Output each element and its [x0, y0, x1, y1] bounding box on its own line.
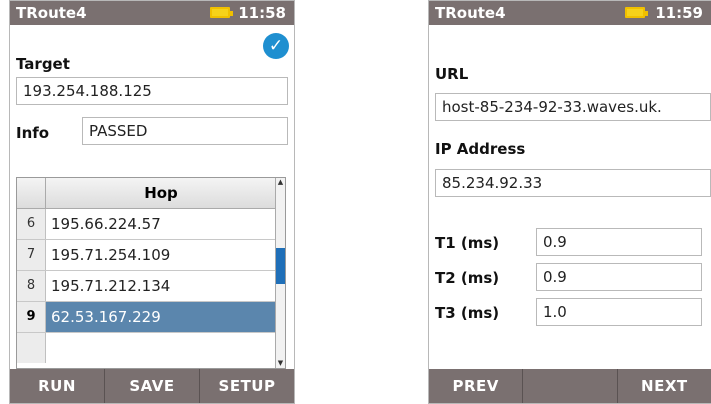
title-bar: TRoute4 11:58 — [10, 1, 294, 25]
t3-label: T3 (ms) — [435, 304, 500, 322]
scroll-down-icon[interactable]: ▼ — [276, 359, 285, 368]
next-button[interactable]: NEXT — [618, 369, 711, 403]
hop-ip: 195.71.212.134 — [51, 277, 171, 295]
table-row[interactable]: 6 195.66.224.57 — [17, 209, 277, 240]
table-header: Hop — [17, 178, 277, 209]
clock: 11:59 — [655, 4, 703, 22]
battery-icon — [625, 7, 648, 18]
target-field[interactable]: 193.254.188.125 — [16, 77, 288, 105]
save-button[interactable]: SAVE — [105, 369, 200, 403]
target-label: Target — [16, 55, 70, 73]
t2-field[interactable]: 0.9 — [536, 263, 702, 291]
table-row-selected[interactable]: 9 62.53.167.229 — [17, 302, 277, 333]
t3-field[interactable]: 1.0 — [536, 298, 702, 326]
blank-softkey[interactable] — [523, 369, 618, 403]
battery-icon — [210, 7, 233, 18]
row-number: 6 — [17, 209, 46, 239]
clock: 11:58 — [238, 4, 286, 22]
hop-detail-screen: TRoute4 11:59 URL host-85-234-92-33.wave… — [428, 0, 711, 404]
url-label: URL — [435, 65, 469, 83]
ip-address-label: IP Address — [435, 140, 526, 158]
row-number: 8 — [17, 271, 46, 301]
setup-button[interactable]: SETUP — [200, 369, 294, 403]
scroll-up-icon[interactable]: ▲ — [276, 178, 285, 187]
ip-address-field[interactable]: 85.234.92.33 — [435, 169, 711, 197]
title-bar: TRoute4 11:59 — [429, 1, 711, 25]
hop-table[interactable]: Hop 6 195.66.224.57 7 195.71.254.109 8 1… — [16, 177, 286, 369]
check-icon: ✓ — [263, 33, 289, 59]
traceroute-results-screen: TRoute4 11:58 Target ✓ 193.254.188.125 I… — [9, 0, 295, 404]
row-number — [17, 333, 46, 363]
info-field: PASSED — [82, 117, 288, 145]
app-title: TRoute4 — [16, 4, 87, 22]
t1-field[interactable]: 0.9 — [536, 228, 702, 256]
row-number: 7 — [17, 240, 46, 270]
hop-ip: 195.71.254.109 — [51, 246, 171, 264]
scroll-thumb[interactable] — [276, 248, 285, 284]
t2-label: T2 (ms) — [435, 269, 500, 287]
url-field[interactable]: host-85-234-92-33.waves.uk. — [435, 93, 711, 121]
table-row-partial[interactable] — [17, 333, 277, 363]
soft-key-bar: RUN SAVE SETUP — [10, 369, 294, 403]
info-label: Info — [16, 124, 50, 142]
soft-key-bar: PREV NEXT — [429, 369, 711, 403]
row-number: 9 — [17, 302, 46, 332]
app-title: TRoute4 — [435, 4, 506, 22]
hop-ip: 62.53.167.229 — [51, 308, 161, 326]
run-button[interactable]: RUN — [10, 369, 105, 403]
hop-column-header: Hop — [144, 184, 178, 202]
header-corner — [17, 178, 46, 208]
t1-label: T1 (ms) — [435, 234, 500, 252]
table-scrollbar[interactable]: ▲ ▼ — [275, 178, 285, 368]
table-row[interactable]: 7 195.71.254.109 — [17, 240, 277, 271]
prev-button[interactable]: PREV — [429, 369, 524, 403]
table-row[interactable]: 8 195.71.212.134 — [17, 271, 277, 302]
hop-ip: 195.66.224.57 — [51, 215, 161, 233]
